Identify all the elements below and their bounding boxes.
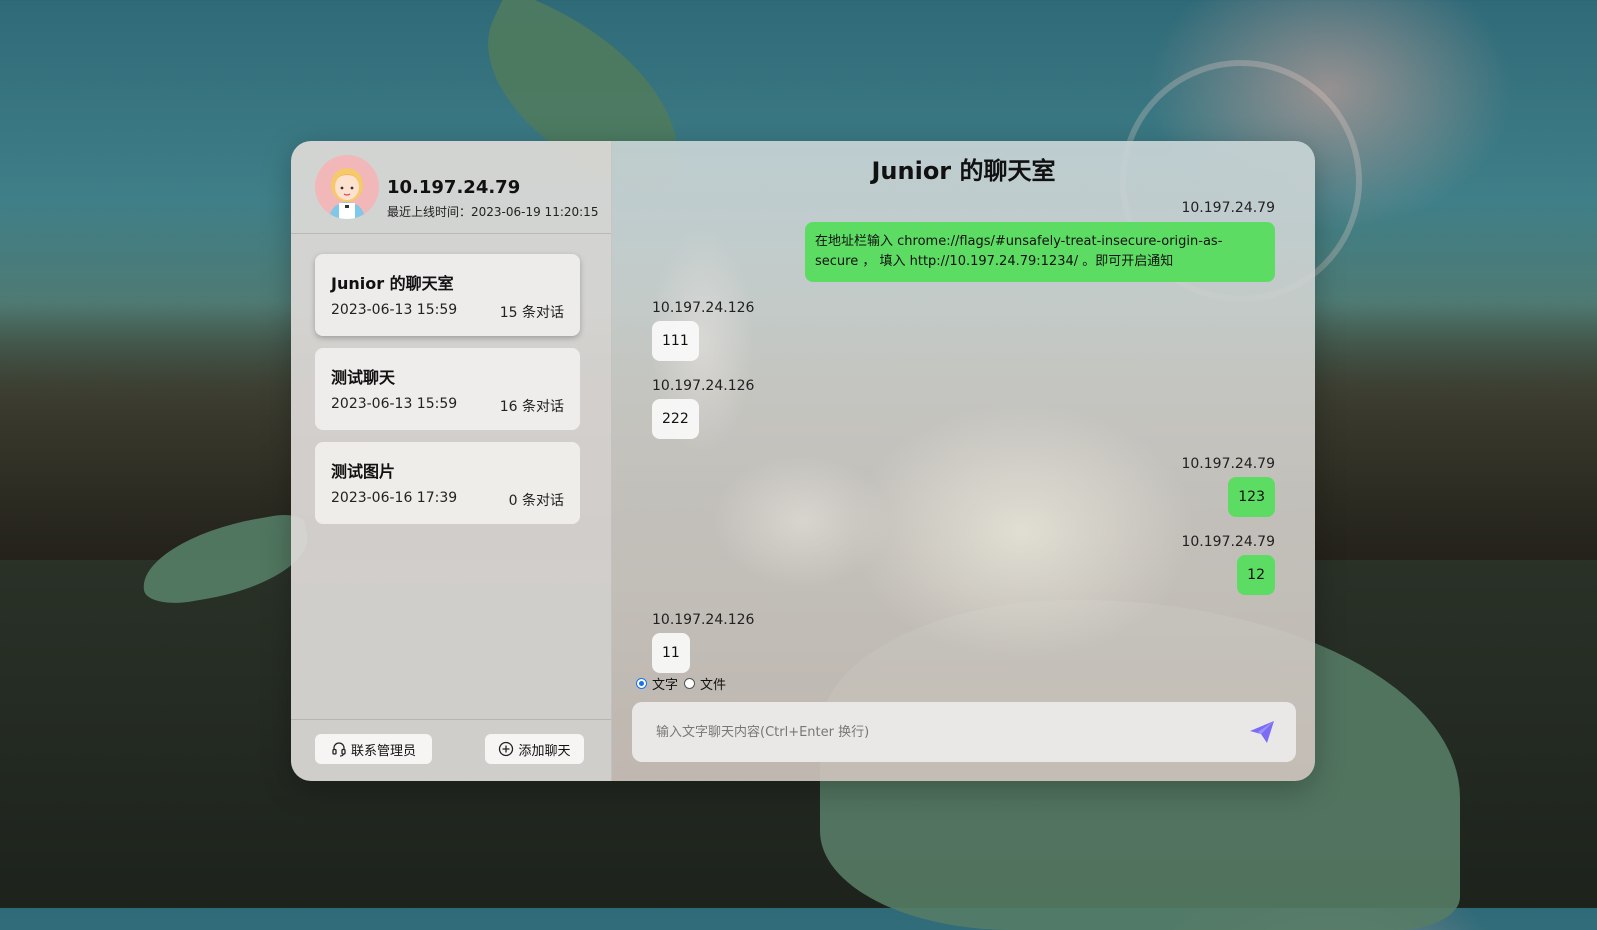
chat-item-test-image[interactable]: 测试图片 2023-06-16 17:39 0 条对话 (315, 442, 580, 524)
chat-item-date: 2023-06-13 15:59 (331, 302, 458, 318)
chat-item-count: 15 条对话 (499, 305, 564, 321)
paper-plane-icon (1250, 721, 1274, 743)
chat-item-date: 2023-06-16 17:39 (331, 490, 458, 506)
avatar (315, 155, 379, 219)
room-title: Junior 的聊天室 (871, 157, 1056, 185)
message-sender: 10.197.24.126 (652, 612, 755, 628)
message-sender: 10.197.24.79 (1181, 456, 1275, 472)
type-file-label: 文件 (700, 678, 727, 693)
contact-admin-label: 联系管理员 (350, 743, 416, 759)
add-chat-label: 添加聊天 (518, 743, 571, 759)
chat-list: Junior 的聊天室 2023-06-13 15:59 15 条对话 测试聊天… (315, 254, 580, 536)
message-input[interactable] (654, 723, 1218, 741)
girl-avatar-icon (329, 168, 365, 219)
radio-checked-icon (636, 678, 647, 689)
sidebar-footer: 联系管理员 添加聊天 (291, 719, 611, 781)
user-profile: 10.197.24.79 最近上线时间：2023-06-19 11:20:15 (291, 141, 611, 234)
contact-admin-button[interactable]: 联系管理员 (315, 734, 432, 764)
message-sender: 10.197.24.126 (652, 378, 755, 394)
chat-item-name: 测试聊天 (331, 368, 396, 387)
message-sender: 10.197.24.126 (652, 300, 755, 316)
chat-window: 10.197.24.79 最近上线时间：2023-06-19 11:20:15 … (291, 141, 1315, 781)
radio-unchecked-icon (684, 678, 696, 689)
input-type-selector: 文字 文件 (636, 674, 732, 693)
message-sender: 10.197.24.79 (1181, 200, 1275, 216)
type-text-radio[interactable]: 文字 (636, 674, 678, 693)
message-composer (632, 702, 1296, 762)
chat-item-count: 0 条对话 (508, 493, 564, 509)
chat-item-test-chat[interactable]: 测试聊天 2023-06-13 15:59 16 条对话 (315, 348, 580, 430)
chat-item-count: 16 条对话 (499, 399, 564, 415)
chat-item-name: 测试图片 (331, 462, 396, 481)
message-sender: 10.197.24.79 (1181, 534, 1275, 550)
user-ip: 10.197.24.79 (387, 177, 521, 198)
last-online-time: 最近上线时间：2023-06-19 11:20:15 (387, 205, 599, 219)
add-chat-button[interactable]: 添加聊天 (485, 734, 584, 764)
message-bubble: 222 (652, 399, 699, 439)
type-file-radio[interactable]: 文件 (684, 674, 726, 693)
chat-item-junior[interactable]: Junior 的聊天室 2023-06-13 15:59 15 条对话 (315, 254, 580, 336)
headset-icon (332, 742, 346, 757)
message-bubble: 111 (652, 321, 699, 361)
plus-circle-icon (499, 741, 514, 757)
message-bubble: 11 (652, 633, 690, 673)
type-text-label: 文字 (652, 678, 679, 693)
send-button[interactable] (1248, 719, 1276, 745)
message-bubble: 在地址栏输入 chrome://flags/#unsafely-treat-in… (805, 222, 1275, 282)
chat-item-name: Junior 的聊天室 (331, 274, 454, 293)
message-bubble: 123 (1228, 477, 1275, 517)
chat-item-date: 2023-06-13 15:59 (331, 396, 458, 412)
sidebar: 10.197.24.79 最近上线时间：2023-06-19 11:20:15 … (291, 141, 612, 781)
message-bubble: 12 (1237, 555, 1275, 595)
chat-main: Junior 的聊天室 10.197.24.79 在地址栏输入 chrome:/… (612, 141, 1315, 781)
